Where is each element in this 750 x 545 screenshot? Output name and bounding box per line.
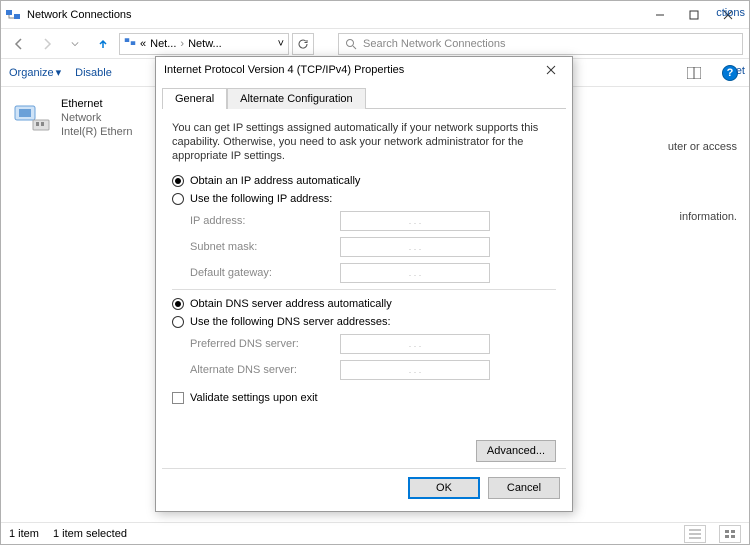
cancel-button[interactable]: Cancel <box>488 477 560 499</box>
ghost-text-2: et <box>736 65 745 77</box>
breadcrumb-dropdown[interactable]: ˅ <box>278 38 284 50</box>
breadcrumb-part-1[interactable]: Net... <box>150 38 176 50</box>
radio-obtain-ip-auto[interactable]: Obtain an IP address automatically <box>172 175 556 187</box>
background-text-2: information. <box>680 211 737 223</box>
refresh-button[interactable] <box>292 33 314 55</box>
background-text-1: uter or access <box>668 141 737 153</box>
dialog-title: Internet Protocol Version 4 (TCP/IPv4) P… <box>164 64 538 76</box>
input-alternate-dns[interactable]: . . . <box>340 360 490 380</box>
radio-icon <box>172 175 184 187</box>
radio-use-following-ip[interactable]: Use the following IP address: <box>172 193 556 205</box>
label-alternate-dns: Alternate DNS server: <box>190 364 330 376</box>
breadcrumb-prefix: « <box>140 38 146 50</box>
input-preferred-dns[interactable]: . . . <box>340 334 490 354</box>
ipv4-properties-dialog: Internet Protocol Version 4 (TCP/IPv4) P… <box>155 56 573 512</box>
input-default-gateway[interactable]: . . . <box>340 263 490 283</box>
status-bar: 1 item 1 item selected <box>1 522 749 544</box>
advanced-button[interactable]: Advanced... <box>476 440 556 462</box>
details-view-button[interactable] <box>684 525 706 543</box>
adapter-status: Network <box>61 111 133 125</box>
recent-locations-button[interactable] <box>63 32 87 56</box>
checkbox-icon <box>172 392 184 404</box>
label-preferred-dns: Preferred DNS server: <box>190 338 330 350</box>
adapter-ethernet[interactable]: Ethernet Network Intel(R) Ethern <box>9 95 137 141</box>
maximize-button[interactable] <box>677 4 711 26</box>
tab-general[interactable]: General <box>162 88 227 109</box>
search-icon <box>345 38 357 50</box>
chevron-down-icon: ▾ <box>56 66 62 79</box>
large-icons-view-button[interactable] <box>719 525 741 543</box>
window-title: Network Connections <box>27 9 643 21</box>
dialog-close-button[interactable] <box>538 60 564 80</box>
ok-button[interactable]: OK <box>408 477 480 499</box>
breadcrumb[interactable]: « Net... › Netw... ˅ <box>119 33 289 55</box>
selection-count: 1 item selected <box>53 528 127 540</box>
radio-icon <box>172 298 184 310</box>
up-button[interactable] <box>91 32 115 56</box>
input-ip-address[interactable]: . . . <box>340 211 490 231</box>
disable-command[interactable]: Disable <box>75 67 112 79</box>
dialog-titlebar[interactable]: Internet Protocol Version 4 (TCP/IPv4) P… <box>156 57 572 83</box>
ethernet-adapter-icon <box>13 102 53 134</box>
radio-obtain-dns-auto[interactable]: Obtain DNS server address automatically <box>172 298 556 310</box>
adapter-name: Ethernet <box>61 97 133 111</box>
checkbox-validate-on-exit[interactable]: Validate settings upon exit <box>172 392 556 404</box>
network-connections-icon <box>5 7 21 23</box>
adapter-device: Intel(R) Ethern <box>61 125 133 139</box>
radio-icon <box>172 193 184 205</box>
label-ip-address: IP address: <box>190 215 330 227</box>
item-count: 1 item <box>9 528 39 540</box>
titlebar[interactable]: Network Connections ctions <box>1 1 749 29</box>
back-button[interactable] <box>7 32 31 56</box>
description-text: You can get IP settings assigned automat… <box>172 121 556 163</box>
label-subnet-mask: Subnet mask: <box>190 241 330 253</box>
radio-icon <box>172 316 184 328</box>
search-input[interactable]: Search Network Connections <box>338 33 743 55</box>
label-default-gateway: Default gateway: <box>190 267 330 279</box>
nav-row: « Net... › Netw... ˅ Search Network Conn… <box>1 29 749 59</box>
layout-pane-button[interactable] <box>683 62 705 84</box>
input-subnet-mask[interactable]: . . . <box>340 237 490 257</box>
network-connections-icon <box>124 36 136 51</box>
chevron-right-icon: › <box>180 38 184 50</box>
breadcrumb-part-2[interactable]: Netw... <box>188 38 222 50</box>
tab-strip: General Alternate Configuration <box>162 87 566 109</box>
radio-use-following-dns[interactable]: Use the following DNS server addresses: <box>172 316 556 328</box>
search-placeholder: Search Network Connections <box>363 38 505 50</box>
minimize-button[interactable] <box>643 4 677 26</box>
ghost-text-1: ctions <box>716 7 745 19</box>
forward-button[interactable] <box>35 32 59 56</box>
close-icon <box>546 65 556 75</box>
tab-alternate-configuration[interactable]: Alternate Configuration <box>227 88 366 109</box>
organize-menu[interactable]: Organize ▾ <box>9 66 61 79</box>
